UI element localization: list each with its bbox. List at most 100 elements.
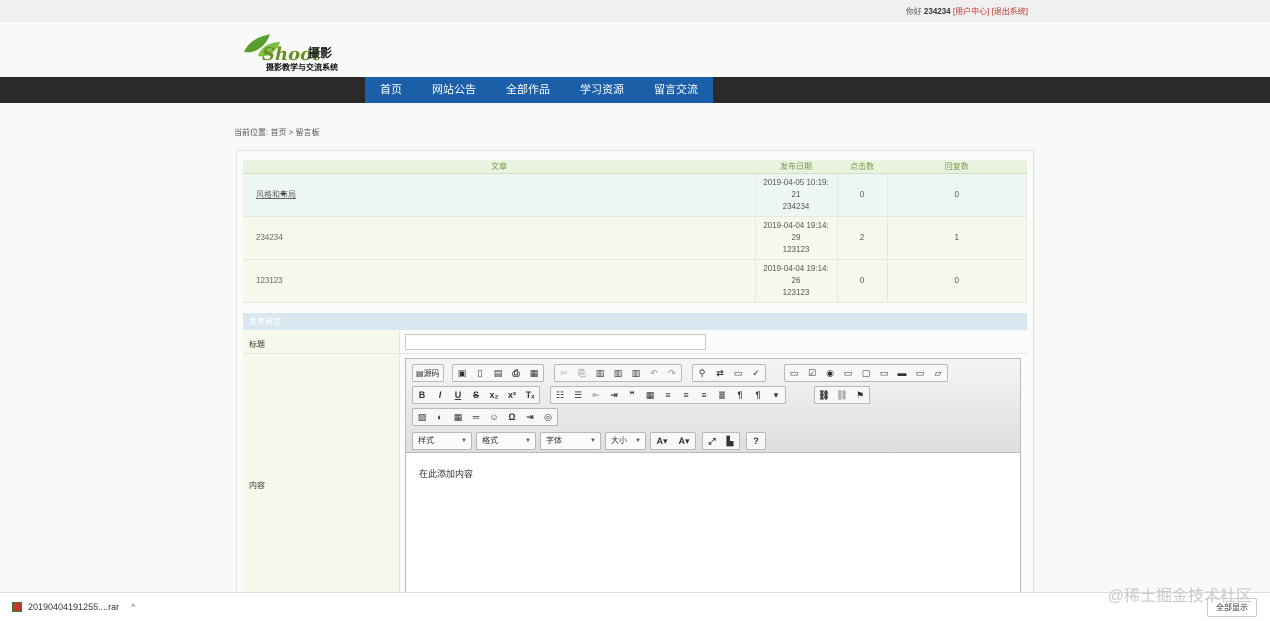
radio-icon[interactable]: ◉ [821,365,839,381]
hidden-field-icon[interactable]: ▱ [929,365,947,381]
cut-icon[interactable]: ✂ [555,365,573,381]
paste-icon[interactable]: ▥ [591,365,609,381]
templates-icon[interactable]: ▦ [525,365,543,381]
copy-icon[interactable]: ⎘ [573,365,591,381]
col-date: 发布日期 [755,160,837,174]
row-replies: 0 [887,173,1027,217]
indent-icon[interactable]: ⇥ [605,387,623,403]
nav-announcements[interactable]: 网站公告 [417,77,491,103]
image-button-icon[interactable]: ▭ [911,365,929,381]
numbered-list-icon[interactable]: ☷ [551,387,569,403]
unlink-icon[interactable]: ⛓ [833,387,851,403]
maximize-icon[interactable]: ⤢ [703,433,721,449]
help-icon[interactable]: ? [747,433,765,449]
row-replies: 1 [887,216,1027,260]
logout-link[interactable]: [退出系统] [992,7,1028,16]
iframe-icon[interactable]: ◎ [539,409,557,425]
ltr-icon[interactable]: ¶ [731,387,749,403]
font-select[interactable]: 字体 ▼ [540,432,601,450]
breadcrumb: 当前位置: 首页 > 留言板 [234,128,320,137]
smiley-icon[interactable]: ☺ [485,409,503,425]
textfield-icon[interactable]: ▭ [839,365,857,381]
site-logo[interactable]: Shoot 摄影 摄影教学与交流系统 [240,30,360,72]
print-icon[interactable]: ⎙ [507,365,525,381]
language-icon[interactable]: ▾ [767,387,785,403]
show-blocks-icon[interactable]: ▙ [721,433,739,449]
strike-icon[interactable]: S [467,387,485,403]
subscript-icon[interactable]: x₂ [485,387,503,403]
source-button[interactable]: ▤ 源码 [413,365,443,381]
nav-messages[interactable]: 留言交流 [639,77,713,103]
replace-icon[interactable]: ⇄ [711,365,729,381]
save-icon[interactable]: ▣ [453,365,471,381]
align-left-icon[interactable]: ≡ [659,387,677,403]
horizontal-rule-icon[interactable]: ═ [467,409,485,425]
textarea-icon[interactable]: ▢ [857,365,875,381]
justify-icon[interactable]: ≣ [713,387,731,403]
bold-icon[interactable]: B [413,387,431,403]
paste-text-icon[interactable]: ▥ [609,365,627,381]
special-char-icon[interactable]: Ω [503,409,521,425]
spellcheck-icon[interactable]: ✓ [747,365,765,381]
download-bar: 20190404191255....rar ^ 全部显示 [0,592,1270,621]
italic-icon[interactable]: I [431,387,449,403]
paste-word-icon[interactable]: ▥ [627,365,645,381]
preview-icon[interactable]: ▤ [489,365,507,381]
checkbox-icon[interactable]: ☑ [803,365,821,381]
nav-home[interactable]: 首页 [365,77,417,103]
bulleted-list-icon[interactable]: ☰ [569,387,587,403]
size-select[interactable]: 大小 ▼ [605,432,646,450]
main-nav: 首页 网站公告 全部作品 学习资源 留言交流 [0,77,1270,103]
title-input[interactable] [405,334,706,350]
underline-icon[interactable]: U [449,387,467,403]
row-title-link[interactable]: 风格和布局 [256,190,296,199]
link-icon[interactable]: ⛓ [815,387,833,403]
format-select[interactable]: 格式 ▼ [476,432,536,450]
blockquote-icon[interactable]: ❞ [623,387,641,403]
text-color-icon[interactable]: A▾ [651,433,673,449]
download-item[interactable]: 20190404191255....rar ^ [12,602,135,612]
content-label: 内容 [249,481,265,490]
row-title-link[interactable]: 234234 [256,233,283,242]
remove-format-icon[interactable]: Tₓ [521,387,539,403]
div-icon[interactable]: ▦ [641,387,659,403]
table-row: 234234 2019-04-04 19:14: 29 123123 2 1 [243,216,1027,260]
redo-icon[interactable]: ↷ [663,365,681,381]
select-icon[interactable]: ▭ [875,365,893,381]
row-clicks: 0 [837,259,888,303]
anchor-icon[interactable]: ⚑ [851,387,869,403]
select-all-icon[interactable]: ▭ [729,365,747,381]
download-filename: 20190404191255....rar [28,602,120,612]
row-title-link[interactable]: 123123 [256,276,283,285]
row-clicks: 2 [837,216,888,260]
logo-cn: 摄影 [308,46,333,60]
form-icon[interactable]: ▭ [785,365,803,381]
logo-subtitle: 摄影教学与交流系统 [266,63,338,72]
button-icon[interactable]: ▬ [893,365,911,381]
table-row: 风格和布局 2019-04-05 10:19: 21 234234 0 0 [243,173,1027,217]
superscript-icon[interactable]: x² [503,387,521,403]
new-page-icon[interactable]: ▯ [471,365,489,381]
top-bar: 你好 234234 [用户中心] [退出系统] [0,0,1270,22]
align-right-icon[interactable]: ≡ [695,387,713,403]
rtl-icon[interactable]: ¶ [749,387,767,403]
table-icon[interactable]: ▦ [449,409,467,425]
undo-icon[interactable]: ↶ [645,365,663,381]
nav-learning[interactable]: 学习资源 [565,77,639,103]
style-select[interactable]: 样式 ▼ [412,432,472,450]
message-table: 文章 发布日期 点击数 回复数 风格和布局 2019-04-05 10:19: 2… [243,160,1027,303]
bg-color-icon[interactable]: A▾ [673,433,695,449]
chevron-up-icon[interactable]: ^ [131,602,135,612]
page-break-icon[interactable]: ⇥ [521,409,539,425]
flash-icon[interactable]: ◐ [431,409,449,425]
row-replies: 0 [887,259,1027,303]
align-center-icon[interactable]: ≡ [677,387,695,403]
nav-all-works[interactable]: 全部作品 [491,77,565,103]
find-icon[interactable]: ⚲ [693,365,711,381]
outdent-icon[interactable]: ⇤ [587,387,605,403]
editor-content[interactable]: 在此添加内容 [419,467,473,480]
image-icon[interactable]: ▨ [413,409,431,425]
mouse-cursor: ⌖ [280,186,287,200]
user-center-link[interactable]: [用户中心] [953,7,989,16]
label-column [243,330,400,620]
